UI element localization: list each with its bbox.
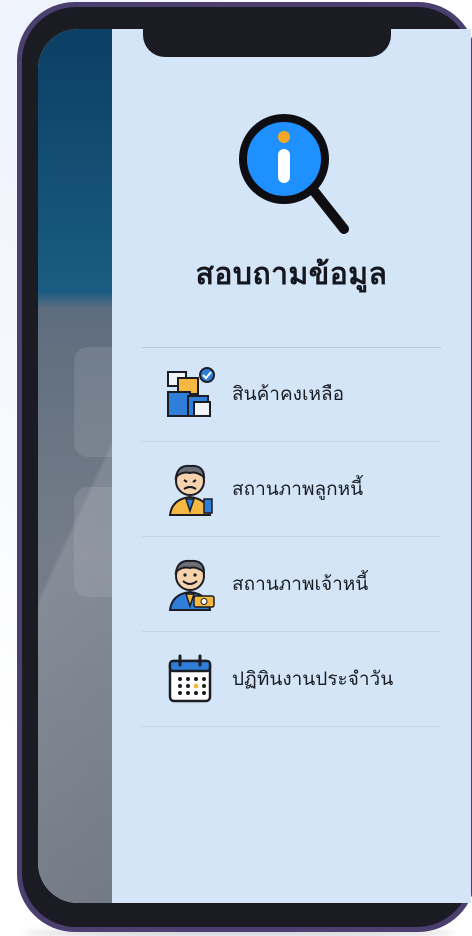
phone-notch xyxy=(143,29,391,57)
drawer-title: สอบถามข้อมูล xyxy=(195,257,388,292)
drawer-menu: สินค้าคงเหลือ สถานภาพลูกหนี้ สถานภาพเจ้า… xyxy=(142,347,441,727)
phone-screen: สอบถามข้อมูล สินค้าคงเหลือ สถานภาพลูกหนี… xyxy=(38,29,471,903)
menu-item-label: สถานภาพเจ้าหนี้ xyxy=(232,573,369,595)
background-app-overlay[interactable] xyxy=(38,29,134,903)
calendar-icon xyxy=(168,654,212,703)
creditor-person-icon xyxy=(168,559,215,611)
phone-bezel: สอบถามข้อมูล สินค้าคงเหลือ สถานภาพลูกหนี… xyxy=(22,7,471,927)
menu-item-daily-calendar[interactable]: ปฏิทินงานประจำวัน xyxy=(142,632,441,727)
inventory-boxes-icon xyxy=(167,367,215,417)
info-magnifier-icon xyxy=(239,114,349,234)
side-drawer: สอบถามข้อมูล สินค้าคงเหลือ สถานภาพลูกหนี… xyxy=(112,29,471,903)
menu-item-label: สถานภาพลูกหนี้ xyxy=(232,478,364,500)
menu-item-label: ปฏิทินงานประจำวัน xyxy=(232,668,394,690)
debtor-person-icon xyxy=(168,464,213,516)
menu-item-debtor-status[interactable]: สถานภาพลูกหนี้ xyxy=(142,442,441,537)
menu-item-creditor-status[interactable]: สถานภาพเจ้าหนี้ xyxy=(142,537,441,632)
phone-mockup: สอบถามข้อมูล สินค้าคงเหลือ สถานภาพลูกหนี… xyxy=(17,2,472,932)
menu-item-inventory[interactable]: สินค้าคงเหลือ xyxy=(142,347,441,442)
menu-item-label: สินค้าคงเหลือ xyxy=(232,383,345,405)
